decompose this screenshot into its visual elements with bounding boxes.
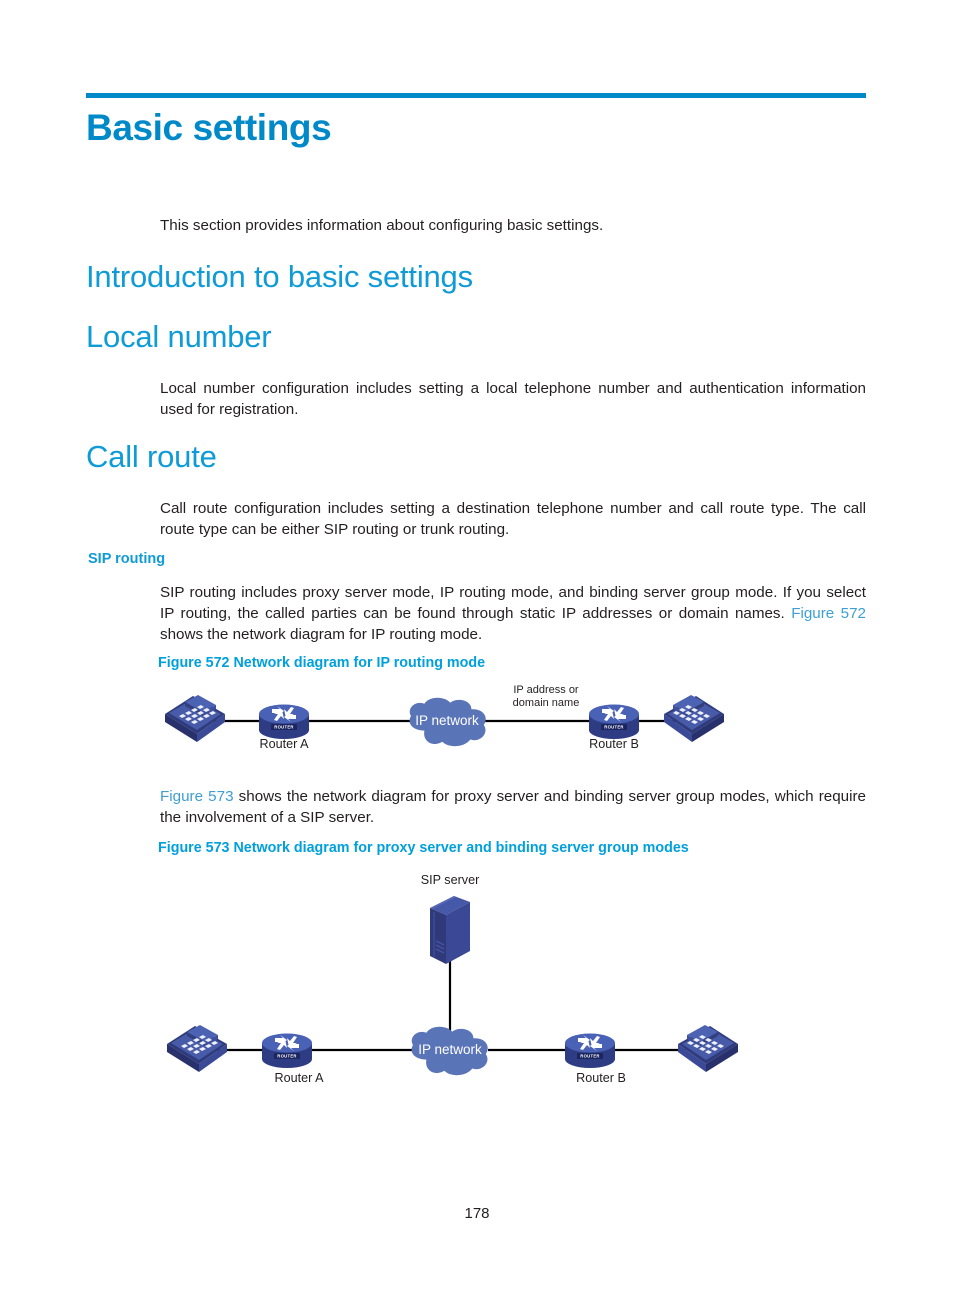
sip-server-icon-fig573 bbox=[429, 895, 471, 965]
phone-icon-right-fig572 bbox=[664, 695, 724, 742]
phone-icon-left-fig573 bbox=[167, 1025, 227, 1072]
ip-address-annotation-line2: domain name bbox=[513, 697, 580, 709]
figure-573-caption: Figure 573 Network diagram for proxy ser… bbox=[158, 840, 689, 856]
figure-573-lead-text: shows the network diagram for proxy serv… bbox=[160, 788, 866, 826]
router-a-label-fig572: Router A bbox=[259, 737, 309, 751]
router-a-icon-fig572 bbox=[259, 704, 309, 739]
sip-server-label-fig573: SIP server bbox=[421, 873, 480, 887]
figure-572-diagram: ROUTER IP network Router A IP address or… bbox=[0, 676, 954, 772]
figure-572-caption: Figure 572 Network diagram for IP routin… bbox=[158, 655, 486, 671]
page-title: Basic settings bbox=[86, 107, 332, 148]
router-a-label-fig573: Router A bbox=[274, 1071, 324, 1085]
router-a-icon-fig573 bbox=[262, 1033, 312, 1068]
cloud-label-fig572: IP network bbox=[415, 713, 479, 728]
figure-573-lead-paragraph: Figure 573 shows the network diagram for… bbox=[160, 786, 866, 828]
router-b-icon-fig573 bbox=[565, 1033, 615, 1068]
cloud-label-fig573: IP network bbox=[418, 1042, 482, 1057]
heading-sip-routing: SIP routing bbox=[88, 551, 166, 567]
heading-call-route: Call route bbox=[86, 439, 217, 474]
ip-address-annotation-line1: IP address or bbox=[513, 684, 579, 696]
figure-572-crossref-link[interactable]: Figure 572 bbox=[791, 605, 866, 622]
document-page: Basic settings This section provides inf… bbox=[0, 0, 954, 1296]
call-route-paragraph: Call route configuration includes settin… bbox=[160, 500, 866, 538]
heading-local-number: Local number bbox=[86, 319, 272, 354]
phone-icon-left-fig572 bbox=[165, 695, 225, 742]
sip-routing-paragraph: SIP routing includes proxy server mode, … bbox=[160, 582, 866, 645]
router-b-label-fig573: Router B bbox=[576, 1071, 626, 1085]
local-number-paragraph: Local number configuration includes sett… bbox=[160, 380, 866, 418]
router-b-label-fig572: Router B bbox=[589, 737, 639, 751]
figure-573-diagram: ROUTER SIP server IP network Router A Ro… bbox=[0, 866, 954, 1098]
sip-routing-text-part2: shows the network diagram for IP routing… bbox=[160, 626, 483, 643]
router-b-icon-fig572 bbox=[589, 704, 639, 739]
page-number: 178 bbox=[464, 1205, 490, 1222]
sip-routing-text-part1: SIP routing includes proxy server mode, … bbox=[160, 584, 866, 622]
intro-paragraph: This section provides information about … bbox=[160, 217, 604, 234]
header-accent-rule bbox=[86, 93, 866, 98]
figure-573-crossref-link[interactable]: Figure 573 bbox=[160, 788, 234, 805]
phone-icon-right-fig573 bbox=[678, 1025, 738, 1072]
heading-introduction-to-basic-settings: Introduction to basic settings bbox=[86, 259, 473, 294]
